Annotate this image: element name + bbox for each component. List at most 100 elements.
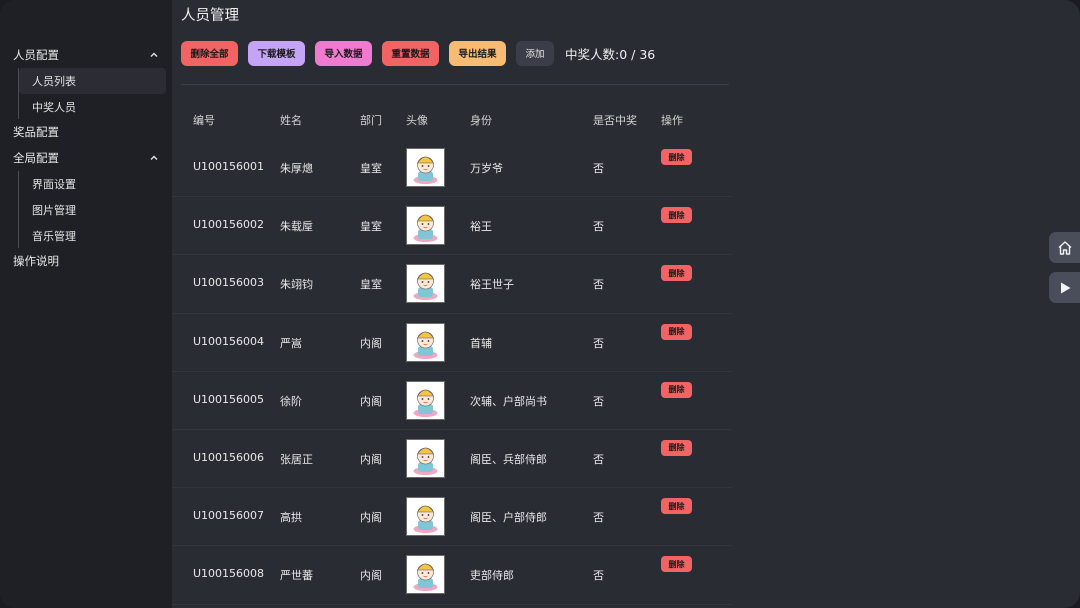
delete-row-button[interactable]: 删除 — [661, 439, 692, 456]
cell-won: 否 — [593, 511, 604, 525]
table-row: U100156004 严嵩 内阁 首辅 否 删除 — [172, 314, 732, 372]
cell-id: U100156002 — [193, 218, 265, 232]
cell-name: 张居正 — [280, 452, 313, 466]
avatar — [406, 264, 445, 304]
delete-row-button[interactable]: 删除 — [661, 556, 692, 573]
delete-row-button[interactable]: 删除 — [661, 207, 692, 224]
column-header-won: 是否中奖 — [593, 114, 637, 127]
cell-department: 内阁 — [360, 336, 382, 350]
sidebar-group-label: 奖品配置 — [13, 125, 59, 140]
sidebar-item-label: 人员列表 — [32, 74, 76, 88]
cell-role: 裕王 — [470, 220, 492, 234]
toolbar: 删除全部 下载模板 导入数据 重置数据 导出结果 添加 中奖人数:0 / 36 — [181, 40, 655, 66]
chevron-up-icon — [150, 155, 158, 161]
avatar — [406, 206, 445, 246]
sidebar-item-ui-settings[interactable]: 界面设置 — [19, 171, 166, 197]
cell-role: 首辅 — [470, 336, 492, 350]
column-header-name: 姓名 — [280, 114, 302, 127]
sidebar-item-music-management[interactable]: 音乐管理 — [19, 223, 166, 249]
sidebar-item-label: 中奖人员 — [32, 100, 76, 114]
cell-id: U100156007 — [193, 509, 265, 523]
cell-id: U100156005 — [193, 392, 265, 406]
cell-won: 否 — [593, 452, 604, 466]
avatar — [406, 438, 445, 478]
cell-name: 严嵩 — [280, 336, 302, 350]
cell-won: 否 — [593, 162, 604, 175]
table-row: U100156003 朱翊钧 皇室 裕王世子 否 删除 — [172, 255, 732, 314]
cell-role: 万岁爷 — [470, 162, 503, 175]
cell-role: 吏部侍郎 — [470, 569, 514, 583]
sidebar-group-instructions[interactable]: 操作说明 — [0, 248, 172, 274]
cell-name: 高拱 — [280, 511, 302, 525]
cell-department: 内阁 — [360, 569, 382, 583]
column-header-actions: 操作 — [661, 114, 683, 127]
avatar — [406, 555, 445, 595]
table-row: U100156002 朱载垕 皇室 裕王 否 删除 — [172, 197, 732, 256]
cell-id: U100156006 — [193, 450, 265, 464]
home-button[interactable] — [1049, 232, 1080, 263]
column-header-role: 身份 — [470, 114, 492, 127]
avatar — [406, 322, 445, 362]
divider — [181, 84, 729, 85]
submenu-personnel: 人员列表 中奖人员 — [18, 68, 172, 120]
download-template-button[interactable]: 下载模板 — [248, 40, 305, 66]
cell-role: 阁臣、兵部侍郎 — [470, 452, 547, 466]
winners-count: 中奖人数:0 / 36 — [565, 46, 656, 62]
sidebar-group-global[interactable]: 全局配置 — [0, 145, 172, 171]
sidebar-item-winners[interactable]: 中奖人员 — [19, 94, 166, 120]
avatar — [406, 497, 445, 537]
delete-row-button[interactable]: 删除 — [661, 323, 692, 340]
cell-role: 次辅、户部尚书 — [470, 394, 547, 408]
cell-id: U100156004 — [193, 334, 265, 348]
reset-data-button[interactable]: 重置数据 — [382, 40, 439, 66]
sidebar-item-personnel-list[interactable]: 人员列表 — [19, 68, 166, 94]
sidebar-item-label: 界面设置 — [32, 178, 76, 192]
delete-row-button[interactable]: 删除 — [661, 265, 692, 282]
cell-won: 否 — [593, 278, 604, 292]
cell-id: U100156008 — [193, 567, 265, 581]
sidebar-item-image-management[interactable]: 图片管理 — [19, 197, 166, 223]
delete-row-button[interactable]: 删除 — [661, 498, 692, 515]
cell-name: 朱厚熜 — [280, 162, 313, 175]
page-title: 人员管理 — [181, 8, 239, 24]
sidebar-group-label: 人员配置 — [13, 48, 59, 62]
cell-id: U100156003 — [193, 276, 265, 290]
add-button[interactable]: 添加 — [516, 40, 554, 66]
cell-won: 否 — [593, 394, 604, 408]
column-header-avatar: 头像 — [406, 114, 428, 127]
sidebar-group-label: 全局配置 — [13, 151, 59, 166]
table-body: U100156001 朱厚熜 皇室 万岁爷 否 删除 U100156002 朱载… — [172, 139, 732, 605]
cell-name: 严世蕃 — [280, 569, 313, 583]
cell-department: 内阁 — [360, 511, 382, 525]
cell-department: 内阁 — [360, 394, 382, 408]
cell-department: 皇室 — [360, 220, 382, 234]
delete-all-button[interactable]: 删除全部 — [181, 40, 238, 66]
sidebar-group-prizes[interactable]: 奖品配置 — [0, 119, 172, 145]
sidebar-group-personnel[interactable]: 人员配置 — [0, 42, 172, 68]
export-results-button[interactable]: 导出结果 — [449, 40, 506, 66]
cell-department: 内阁 — [360, 452, 382, 466]
cell-won: 否 — [593, 336, 604, 350]
sidebar-item-label: 音乐管理 — [32, 229, 76, 243]
cell-name: 徐阶 — [280, 394, 302, 408]
cell-department: 皇室 — [360, 278, 382, 292]
delete-row-button[interactable]: 删除 — [661, 381, 692, 398]
sidebar: 人员配置 人员列表 中奖人员 奖品配置 全局配置 界面设置 图片管理 音乐管理 … — [0, 0, 172, 608]
import-data-button[interactable]: 导入数据 — [315, 40, 372, 66]
play-button[interactable] — [1049, 272, 1080, 303]
play-icon — [1060, 282, 1070, 293]
cell-role: 阁臣、户部侍郎 — [470, 511, 547, 525]
table-row: U100156007 高拱 内阁 阁臣、户部侍郎 否 删除 — [172, 488, 732, 547]
table-row: U100156006 张居正 内阁 阁臣、兵部侍郎 否 删除 — [172, 430, 732, 489]
sidebar-item-label: 图片管理 — [32, 203, 76, 217]
table-row: U100156008 严世蕃 内阁 吏部侍郎 否 删除 — [172, 546, 732, 605]
app-window: 人员配置 人员列表 中奖人员 奖品配置 全局配置 界面设置 图片管理 音乐管理 … — [0, 0, 1080, 608]
column-header-department: 部门 — [360, 114, 382, 127]
delete-row-button[interactable]: 删除 — [661, 149, 692, 165]
sidebar-group-label: 操作说明 — [13, 254, 59, 269]
cell-won: 否 — [593, 569, 604, 583]
column-header-id: 编号 — [193, 114, 215, 127]
cell-id: U100156001 — [193, 160, 265, 173]
cell-department: 皇室 — [360, 162, 382, 175]
table-row: U100156005 徐阶 内阁 次辅、户部尚书 否 删除 — [172, 372, 732, 430]
